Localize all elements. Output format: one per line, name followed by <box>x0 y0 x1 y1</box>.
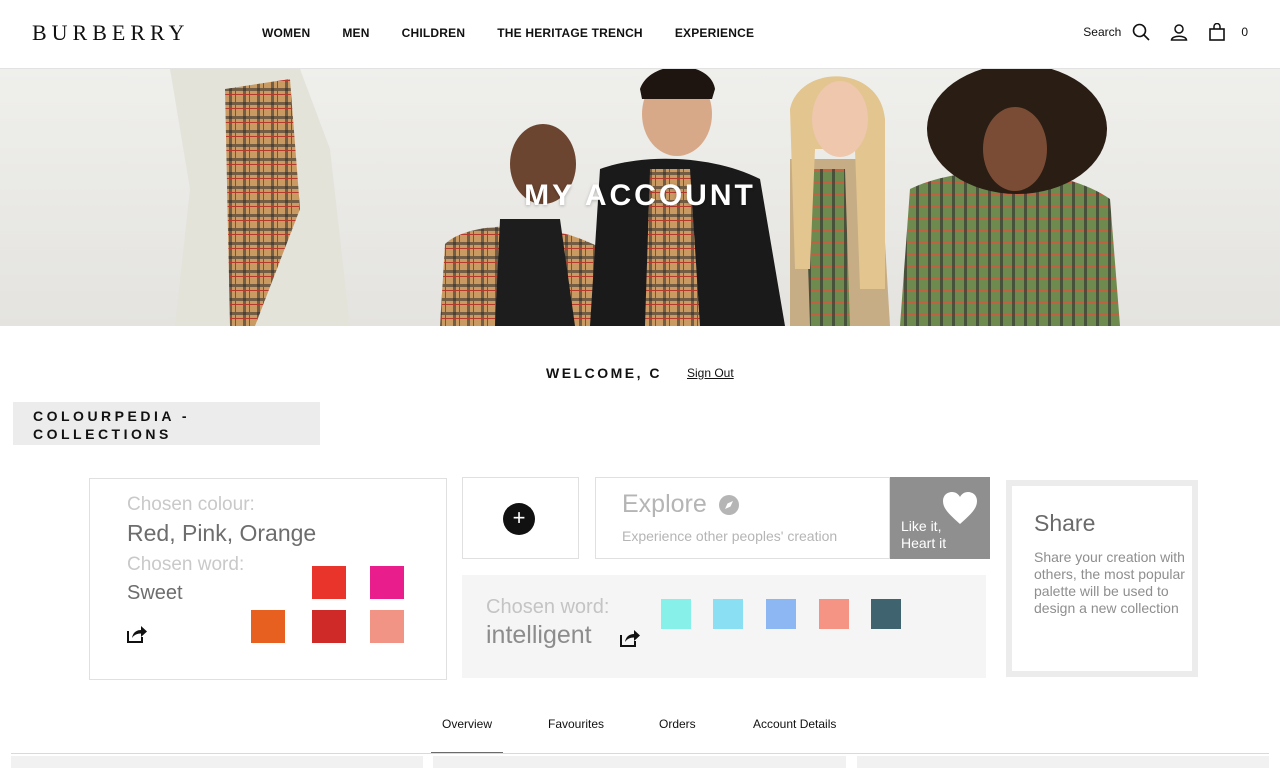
colour-swatch <box>766 599 796 629</box>
like-line-2: Heart it <box>901 535 947 551</box>
search-label[interactable]: Search <box>1083 25 1121 39</box>
site-header: BURBERRY WOMEN MEN CHILDREN THE HERITAGE… <box>0 0 1280 69</box>
like-line-1: Like it, <box>901 518 942 534</box>
like-button[interactable]: Like it, Heart it <box>890 477 990 559</box>
bag-icon[interactable] <box>1207 22 1227 42</box>
header-tools: Search 0 <box>1083 22 1248 42</box>
chosen-word-value: intelligent <box>486 621 592 649</box>
chosen-colour-label: Chosen colour: <box>127 494 255 515</box>
like-text: Like it, Heart it <box>901 518 946 552</box>
colour-swatch <box>312 610 346 643</box>
share-icon[interactable] <box>619 628 641 648</box>
nav-children[interactable]: CHILDREN <box>402 26 466 40</box>
chosen-colour-value: Red, Pink, Orange <box>127 520 317 546</box>
tab-favourites[interactable]: Favourites <box>548 717 604 731</box>
explore-subtitle: Experience other peoples' creation <box>622 528 838 544</box>
account-tabs: Overview Favourites Orders Account Detai… <box>0 716 1280 756</box>
compass-icon <box>718 494 740 516</box>
share-description: Share your creation with others, the mos… <box>1034 549 1185 616</box>
bag-count: 0 <box>1241 25 1248 39</box>
tabs-divider <box>11 753 1269 754</box>
share-card[interactable]: Share Share your creation with others, t… <box>1006 480 1198 677</box>
nav-men[interactable]: MEN <box>342 26 369 40</box>
explore-title: Explore <box>622 490 707 518</box>
tab-account-details[interactable]: Account Details <box>753 717 836 731</box>
section-label: COLOURPEDIA - COLLECTIONS <box>13 402 320 445</box>
welcome-text: WELCOME, C <box>546 365 662 381</box>
content-panel <box>11 756 423 768</box>
chosen-word-value: Sweet <box>127 582 183 604</box>
content-panel <box>433 756 846 768</box>
explore-card[interactable]: Explore Experience other peoples' creati… <box>595 477 890 559</box>
colour-swatch <box>312 566 346 599</box>
chosen-word-label: Chosen word: <box>127 554 245 575</box>
sign-out-link[interactable]: Sign Out <box>687 366 734 380</box>
share-title: Share <box>1034 510 1096 536</box>
colour-swatch <box>871 599 901 629</box>
chosen-word-label: Chosen word: <box>486 596 610 618</box>
search-icon[interactable] <box>1131 22 1151 42</box>
colour-swatch <box>819 599 849 629</box>
hero-banner: MY ACCOUNT <box>0 69 1280 326</box>
heart-icon <box>943 492 977 524</box>
nav-heritage-trench[interactable]: THE HERITAGE TRENCH <box>497 26 643 40</box>
colour-swatch <box>251 610 285 643</box>
colour-swatch <box>370 610 404 643</box>
colour-palette-card: Chosen colour: Red, Pink, Orange Chosen … <box>89 478 447 680</box>
brand-logo[interactable]: BURBERRY <box>32 20 189 46</box>
word-palette-card: Chosen word: intelligent <box>462 575 986 678</box>
content-panel <box>857 756 1269 768</box>
nav-experience[interactable]: EXPERIENCE <box>675 26 754 40</box>
add-palette-card[interactable]: + <box>462 477 579 559</box>
hero-title: MY ACCOUNT <box>524 179 756 212</box>
account-icon[interactable] <box>1169 22 1189 42</box>
main-nav: WOMEN MEN CHILDREN THE HERITAGE TRENCH E… <box>262 26 786 40</box>
tab-overview[interactable]: Overview <box>442 717 492 731</box>
add-button[interactable]: + <box>503 503 535 535</box>
colour-swatch <box>661 599 691 629</box>
colour-swatch <box>370 566 404 599</box>
tab-orders[interactable]: Orders <box>659 717 696 731</box>
share-icon[interactable] <box>126 624 148 644</box>
nav-women[interactable]: WOMEN <box>262 26 310 40</box>
colour-swatch <box>713 599 743 629</box>
